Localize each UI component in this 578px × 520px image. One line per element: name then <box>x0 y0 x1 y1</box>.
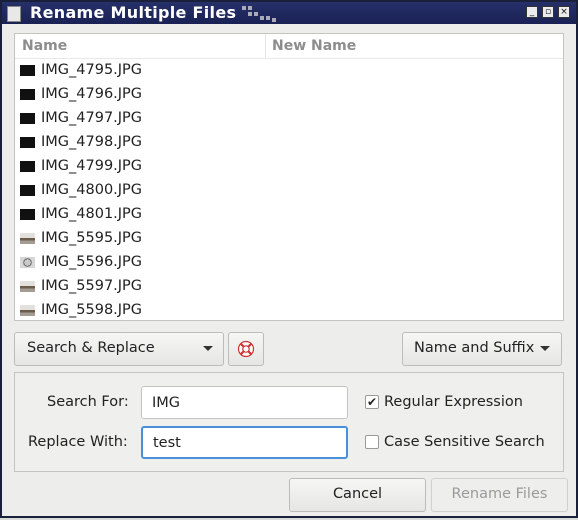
file-name: IMG_4795.JPG <box>41 62 143 78</box>
search-replace-panel: Search For: ✔ Regular Expression Replace… <box>14 372 564 472</box>
file-row[interactable]: IMG_5598.JPG <box>15 300 563 320</box>
minimize-button[interactable]: _ <box>526 6 538 18</box>
file-thumbnail-icon <box>20 281 35 292</box>
window-menu-icon[interactable] <box>7 6 21 22</box>
column-divider[interactable] <box>265 34 266 58</box>
rename-files-button[interactable]: Rename Files <box>431 478 568 512</box>
replace-with-label: Replace With: <box>28 434 128 450</box>
file-name: IMG_4798.JPG <box>41 134 143 150</box>
file-row[interactable]: IMG_4801.JPG <box>15 204 563 228</box>
file-row[interactable]: IMG_4795.JPG <box>15 60 563 84</box>
maximize-button[interactable]: ▫ <box>542 6 554 18</box>
case-sensitive-label[interactable]: Case Sensitive Search <box>384 434 545 450</box>
mode-dropdown[interactable]: Search & Replace <box>14 332 224 366</box>
file-list[interactable]: Name New Name IMG_4795.JPG IMG_4796.JPG IM… <box>14 33 564 321</box>
file-thumbnail-icon <box>20 209 35 220</box>
column-header-name[interactable]: Name <box>22 38 67 54</box>
rename-dialog: Rename Multiple Files _ ▫ × Name New Nam… <box>0 0 578 518</box>
chevron-down-icon <box>203 346 213 351</box>
cancel-button-label: Cancel <box>332 486 383 502</box>
file-name: IMG_5597.JPG <box>41 278 143 294</box>
file-row[interactable]: IMG_4797.JPG <box>15 108 563 132</box>
file-name: IMG_5598.JPG <box>41 302 143 318</box>
format-dropdown-label: Name and Suffix <box>414 340 535 356</box>
file-row[interactable]: IMG_5595.JPG <box>15 228 563 252</box>
file-thumbnail-icon <box>20 89 35 100</box>
file-thumbnail-icon <box>20 185 35 196</box>
file-name: IMG_4796.JPG <box>41 86 143 102</box>
file-name: IMG_5596.JPG <box>41 254 143 270</box>
checkmark-icon: ✔ <box>366 395 378 409</box>
lifebuoy-icon <box>237 340 255 358</box>
file-thumbnail-icon <box>20 65 35 76</box>
column-header-new-name[interactable]: New Name <box>272 38 356 54</box>
window-title: Rename Multiple Files <box>30 3 237 22</box>
file-name: IMG_4801.JPG <box>41 206 143 222</box>
close-button[interactable]: × <box>558 6 570 18</box>
file-thumbnail-icon <box>20 305 35 316</box>
list-header: Name New Name <box>15 34 563 59</box>
file-row[interactable]: IMG_4799.JPG <box>15 156 563 180</box>
file-name: IMG_4797.JPG <box>41 110 143 126</box>
case-sensitive-checkbox[interactable] <box>365 435 379 449</box>
chevron-down-icon <box>540 346 550 351</box>
file-row[interactable]: IMG_4798.JPG <box>15 132 563 156</box>
help-button[interactable] <box>228 332 264 366</box>
file-thumbnail-icon <box>20 257 35 268</box>
file-name: IMG_4799.JPG <box>41 158 143 174</box>
regex-checkbox[interactable]: ✔ <box>365 395 379 409</box>
format-dropdown[interactable]: Name and Suffix <box>402 332 562 366</box>
title-bar[interactable]: Rename Multiple Files _ ▫ × <box>2 2 576 24</box>
mode-dropdown-label: Search & Replace <box>27 340 155 356</box>
file-row[interactable]: IMG_4800.JPG <box>15 180 563 204</box>
file-thumbnail-icon <box>20 137 35 148</box>
titlebar-grip-icon <box>242 6 278 22</box>
rename-files-button-label: Rename Files <box>451 486 548 502</box>
search-input-field[interactable] <box>142 387 347 418</box>
file-thumbnail-icon <box>20 233 35 244</box>
file-row[interactable]: IMG_5596.JPG <box>15 252 563 276</box>
regex-label[interactable]: Regular Expression <box>384 394 523 410</box>
file-thumbnail-icon <box>20 113 35 124</box>
file-row[interactable]: IMG_5597.JPG <box>15 276 563 300</box>
search-input[interactable] <box>141 386 348 419</box>
file-name: IMG_4800.JPG <box>41 182 143 198</box>
replace-input-field[interactable] <box>143 428 346 457</box>
file-name: IMG_5595.JPG <box>41 230 143 246</box>
search-for-label: Search For: <box>47 394 129 410</box>
cancel-button[interactable]: Cancel <box>289 478 426 512</box>
file-row[interactable]: IMG_4796.JPG <box>15 84 563 108</box>
file-thumbnail-icon <box>20 161 35 172</box>
replace-input[interactable] <box>141 426 348 459</box>
